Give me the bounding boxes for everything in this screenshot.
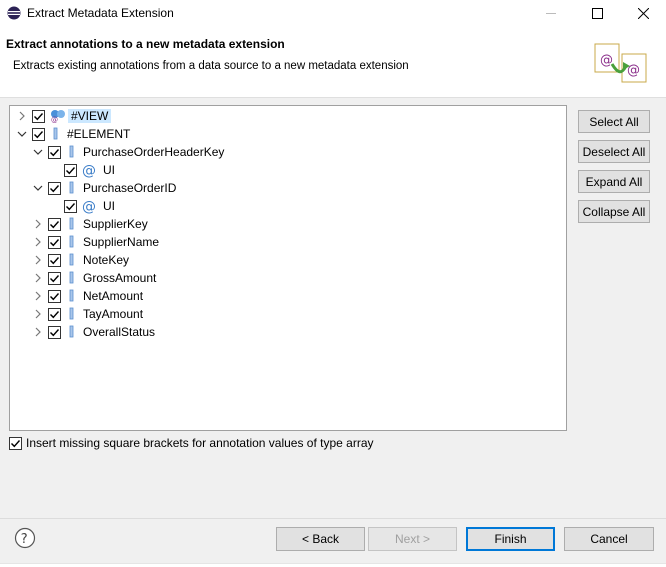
close-icon: [637, 7, 649, 19]
wizard-banner: Extract annotations to a new metadata ex…: [0, 26, 666, 98]
tree-label: #VIEW: [68, 109, 112, 123]
checkbox[interactable]: [64, 199, 77, 213]
element-icon: [66, 325, 78, 339]
tree-row-element[interactable]: #ELEMENT: [16, 125, 130, 143]
page-description: Extracts existing annotations from a dat…: [13, 60, 409, 72]
checkbox[interactable]: [48, 181, 61, 195]
cancel-button[interactable]: Cancel: [564, 527, 654, 551]
chevron-right-icon[interactable]: [32, 254, 44, 266]
svg-text:@: @: [82, 163, 96, 178]
checkbox[interactable]: [48, 145, 61, 159]
help-icon[interactable]: ?: [14, 527, 36, 549]
tree-label: PurchaseOrderID: [83, 181, 177, 195]
element-icon: [66, 181, 78, 195]
tree-row-ui[interactable]: @ UI: [64, 197, 115, 215]
chevron-right-icon[interactable]: [32, 326, 44, 338]
minimize-icon: [545, 12, 556, 14]
expand-all-button[interactable]: Expand All: [578, 170, 650, 193]
tree-row-supplierkey[interactable]: SupplierKey: [32, 215, 148, 233]
insert-brackets-label: Insert missing square brackets for annot…: [26, 436, 374, 450]
finish-button[interactable]: Finish: [466, 527, 555, 551]
element-icon: [50, 127, 62, 141]
element-icon: [66, 217, 78, 231]
svg-text:?: ?: [21, 532, 28, 547]
window-title: Extract Metadata Extension: [27, 6, 174, 20]
close-button[interactable]: [620, 0, 666, 26]
tree-row-ui[interactable]: @ UI: [64, 161, 115, 179]
extract-metadata-banner-icon: @ @: [594, 43, 647, 83]
checkbox[interactable]: [48, 271, 61, 285]
tree-label: UI: [103, 163, 115, 177]
element-icon: [66, 271, 78, 285]
tree-label: PurchaseOrderHeaderKey: [83, 145, 225, 159]
annotation-at-icon: @: [82, 162, 98, 178]
window-bottom-edge: [0, 563, 666, 567]
checkbox[interactable]: [48, 307, 61, 321]
tree-row-grossamount[interactable]: GrossAmount: [32, 269, 156, 287]
tree-label: SupplierName: [83, 235, 160, 249]
maximize-icon: [591, 7, 603, 19]
checkbox[interactable]: [48, 289, 61, 303]
chevron-down-icon[interactable]: [32, 146, 44, 158]
chevron-right-icon[interactable]: [32, 308, 44, 320]
tree-row-overallstatus[interactable]: OverallStatus: [32, 323, 155, 341]
checkbox[interactable]: [48, 253, 61, 267]
deselect-all-button[interactable]: Deselect All: [578, 140, 650, 163]
back-button[interactable]: < Back: [276, 527, 365, 551]
maximize-button[interactable]: [574, 0, 620, 26]
tree-label: #ELEMENT: [67, 127, 131, 141]
chevron-right-icon[interactable]: [32, 272, 44, 284]
tree-label: GrossAmount: [83, 271, 157, 285]
tree-row-tayamount[interactable]: TayAmount: [32, 305, 143, 323]
tree-row-view[interactable]: @ #VIEW: [16, 107, 112, 125]
tree-label: NoteKey: [83, 253, 130, 267]
tree-row-suppliername[interactable]: SupplierName: [32, 233, 159, 251]
element-icon: [66, 289, 78, 303]
tree-row-purchaseorderheaderkey[interactable]: PurchaseOrderHeaderKey: [32, 143, 224, 161]
view-annotation-icon: @: [50, 109, 66, 123]
chevron-down-icon[interactable]: [32, 182, 44, 194]
insert-brackets-option[interactable]: Insert missing square brackets for annot…: [9, 436, 374, 450]
element-icon: [66, 145, 78, 159]
next-button[interactable]: Next >: [368, 527, 457, 551]
eclipse-app-icon: [7, 6, 21, 20]
checkbox[interactable]: [64, 163, 77, 177]
select-all-button[interactable]: Select All: [578, 110, 650, 133]
tree-row-purchaseorderid[interactable]: PurchaseOrderID: [32, 179, 176, 197]
svg-text:@: @: [627, 63, 640, 78]
element-icon: [66, 307, 78, 321]
chevron-right-icon[interactable]: [32, 290, 44, 302]
footer-separator: [0, 518, 666, 519]
chevron-down-icon[interactable]: [16, 128, 28, 140]
checkbox[interactable]: [48, 235, 61, 249]
checkbox[interactable]: [48, 217, 61, 231]
chevron-right-icon[interactable]: [16, 110, 28, 122]
insert-brackets-checkbox[interactable]: [9, 436, 22, 450]
tree-label: SupplierKey: [83, 217, 148, 231]
svg-text:@: @: [600, 53, 613, 68]
element-icon: [66, 253, 78, 267]
page-title: Extract annotations to a new metadata ex…: [6, 37, 285, 51]
checkbox[interactable]: [48, 325, 61, 339]
checkbox[interactable]: [32, 109, 45, 123]
svg-text:@: @: [82, 199, 96, 214]
checkbox[interactable]: [32, 127, 45, 141]
annotation-tree[interactable]: @ #VIEW #ELEMENT PurchaseOrderHeaderKey …: [9, 105, 567, 431]
chevron-right-icon[interactable]: [32, 236, 44, 248]
tree-label: TayAmount: [83, 307, 144, 321]
element-icon: [66, 235, 78, 249]
annotation-at-icon: @: [82, 198, 98, 214]
chevron-right-icon[interactable]: [32, 218, 44, 230]
collapse-all-button[interactable]: Collapse All: [578, 200, 650, 223]
minimize-button[interactable]: [528, 0, 574, 26]
title-bar: Extract Metadata Extension: [0, 0, 666, 26]
tree-label: NetAmount: [83, 289, 144, 303]
tree-label: OverallStatus: [83, 325, 156, 339]
tree-label: UI: [103, 199, 115, 213]
tree-row-netamount[interactable]: NetAmount: [32, 287, 143, 305]
tree-row-notekey[interactable]: NoteKey: [32, 251, 129, 269]
svg-text:@: @: [51, 116, 58, 123]
